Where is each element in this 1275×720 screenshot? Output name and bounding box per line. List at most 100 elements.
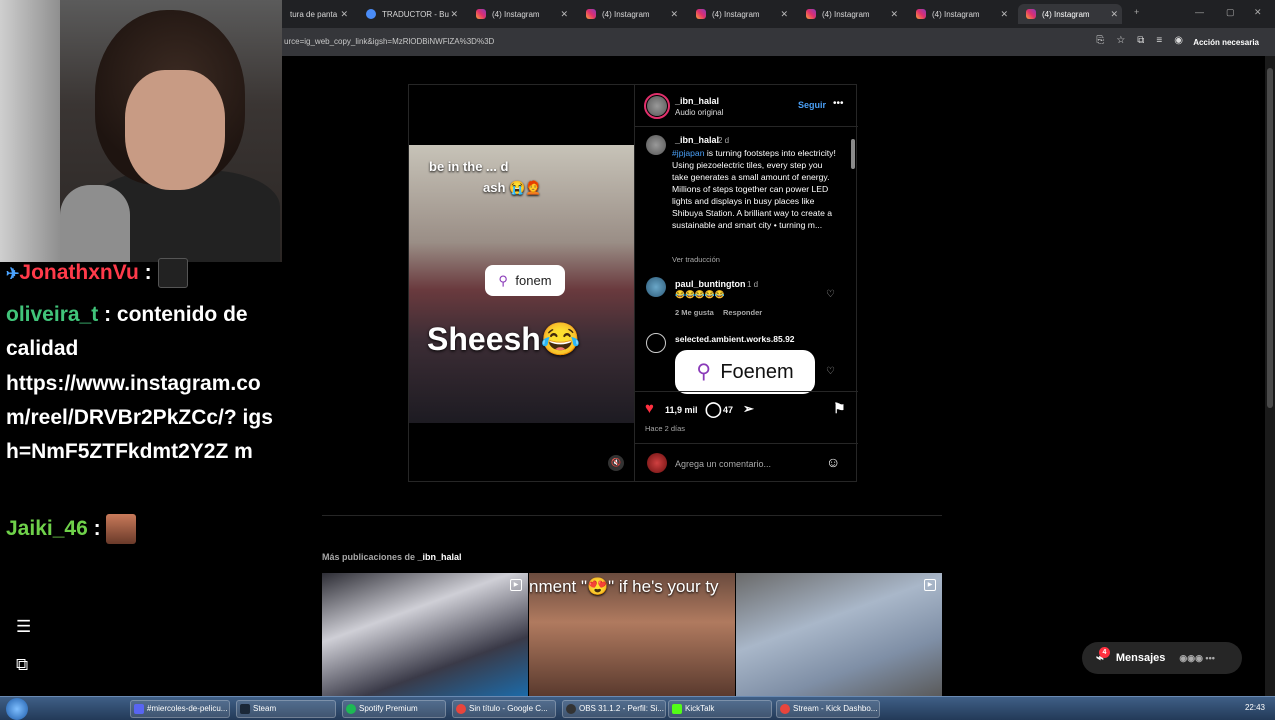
post-actions: ♥ 11,9 mil ◯ 47 ➢ ⚑ Hace 2 días	[635, 391, 858, 443]
share-icon[interactable]: ➢	[743, 401, 754, 417]
taskbar-item[interactable]: Steam	[236, 700, 336, 718]
new-tab-icon[interactable]: +	[1134, 7, 1139, 17]
taskbar-item[interactable]: KickTalk	[668, 700, 772, 718]
location-pin-icon: ⚲	[498, 272, 508, 288]
reel-video[interactable]: be in the ... d ash 😭🧑‍🦰 ⚲ fonem Sheesh😂 …	[409, 85, 634, 481]
location-pin-icon: ⚲	[696, 361, 711, 383]
post-thumbnail[interactable]: ▶	[322, 573, 528, 696]
translate-link[interactable]: Ver traducción	[672, 255, 720, 264]
close-icon[interactable]: ✕	[670, 9, 678, 20]
avatar[interactable]	[647, 96, 667, 116]
caption-author[interactable]: _ibn_halal	[675, 135, 719, 145]
page-scrollbar[interactable]	[1265, 56, 1275, 696]
comment-input[interactable]: Agrega un comentario...	[675, 459, 771, 469]
maximize-icon[interactable]: ▢	[1226, 7, 1235, 18]
close-icon[interactable]: ✕	[1110, 9, 1118, 20]
avatar	[647, 453, 667, 473]
audio-label[interactable]: Audio original	[675, 108, 723, 117]
post-sidebar: _ibn_halal Audio original Seguir ••• _ib…	[634, 85, 858, 481]
comment-text: 😂😂😂😂😂	[675, 290, 725, 299]
post-thumbnail[interactable]: ▶	[736, 573, 942, 696]
install-icon[interactable]: ⎘	[1096, 35, 1104, 46]
close-icon[interactable]: ✕	[890, 9, 898, 20]
chat-username: JonathxnVu	[19, 261, 139, 284]
mute-icon[interactable]: 🔇	[608, 455, 624, 471]
taskbar-item[interactable]: #miercoles-de-pelicu...	[130, 700, 230, 718]
post-caption: #jpjapan is turning footsteps into elect…	[672, 148, 836, 230]
close-icon[interactable]: ✕	[450, 9, 458, 20]
browser-tab[interactable]: (4) Instagram ✕	[908, 4, 1012, 24]
emoji-icon[interactable]: ☺	[826, 454, 840, 470]
comment-age: 1 d	[747, 280, 759, 289]
comments-scrollbar[interactable]	[850, 129, 856, 391]
post-thumbnail[interactable]: nment "😍" if he's your ty	[529, 573, 735, 696]
comments-count: 47	[723, 405, 734, 415]
taskbar-item[interactable]: Spotify Premium	[342, 700, 446, 718]
save-bookmark-icon[interactable]: ⚑	[833, 400, 846, 417]
comment-likes[interactable]: 2 Me gusta	[675, 308, 714, 317]
taskbar-item[interactable]: Stream - Kick Dashbo...	[776, 700, 880, 718]
chrome-icon	[780, 704, 790, 714]
start-button[interactable]	[6, 698, 28, 720]
follow-button[interactable]: Seguir	[798, 100, 826, 110]
chat-link[interactable]: https://www.instagram.co m/reel/DRVBr2Pk…	[6, 372, 273, 463]
avatar[interactable]	[646, 135, 666, 155]
reply-button[interactable]: Responder	[723, 308, 762, 317]
action-needed-button[interactable]: Acción necesaria	[1185, 33, 1267, 51]
comment-icon[interactable]: ◯	[705, 400, 722, 418]
messages-badge: 4	[1099, 647, 1110, 658]
kick-icon	[672, 704, 682, 714]
browser-tab[interactable]: (4) Instagram ✕	[798, 4, 902, 24]
browser-tab[interactable]: (4) Instagram ✕	[468, 4, 572, 24]
system-tray-clock[interactable]: 22:43	[1245, 703, 1265, 712]
more-options-icon[interactable]: •••	[833, 98, 844, 109]
close-icon[interactable]: ✕	[1000, 9, 1008, 20]
comment-author[interactable]: selected.ambient.works.85.92	[675, 334, 795, 344]
menu-icon[interactable]: ☰	[16, 617, 31, 637]
post-time: Hace 2 días	[645, 424, 686, 433]
browser-tab[interactable]: (4) Instagram ✕	[688, 4, 792, 24]
minimize-icon[interactable]: —	[1195, 7, 1204, 17]
reel-icon: ▶	[924, 579, 936, 591]
comment-like-icon[interactable]: ♡	[826, 366, 835, 377]
comment-author[interactable]: paul_buntington	[675, 279, 745, 289]
instagram-icon	[916, 9, 926, 19]
taskbar-item[interactable]: Sin título - Google C...	[452, 700, 556, 718]
likes-count[interactable]: 11,9 mil	[665, 405, 698, 415]
chat-message: https://www.instagram.co m/reel/DRVBr2Pk…	[6, 367, 281, 469]
avatar[interactable]	[646, 277, 666, 297]
thumbnail-caption: nment "😍" if he's your ty	[529, 577, 719, 596]
url-field[interactable]: urce=ig_web_copy_link&igsh=MzRlODBiNWFlZ…	[284, 37, 494, 46]
browser-tab[interactable]: tura de panta ✕	[282, 4, 352, 24]
browser-tab-active[interactable]: (4) Instagram ✕	[1018, 4, 1122, 24]
more-posts-heading: Más publicaciones de _ibn_halal	[322, 552, 462, 562]
chat-message: oliveira_t : contenido de calidad	[6, 303, 248, 360]
taskbar-item[interactable]: OBS 31.1.2 - Perfil: Si...	[562, 700, 666, 718]
instagram-icon	[476, 9, 486, 19]
close-window-icon[interactable]: ✕	[1254, 7, 1262, 18]
close-icon[interactable]: ✕	[340, 9, 348, 20]
browser-tab[interactable]: (4) Instagram ✕	[578, 4, 682, 24]
close-icon[interactable]: ✕	[780, 9, 788, 20]
close-icon[interactable]: ✕	[560, 9, 568, 20]
sitemap-icon[interactable]: ⧉	[16, 655, 28, 675]
translate-icon	[366, 9, 376, 19]
post-modal: be in the ... d ash 😭🧑‍🦰 ⚲ fonem Sheesh😂 …	[408, 84, 858, 482]
instagram-icon	[696, 9, 706, 19]
comment-like-icon[interactable]: ♡	[826, 289, 835, 300]
more-posts-grid: ▶ nment "😍" if he's your ty ▶	[322, 573, 942, 696]
video-overlay-text: Sheesh😂	[427, 321, 581, 357]
instagram-icon	[806, 9, 816, 19]
profile-icon[interactable]: ◉	[1174, 35, 1183, 46]
hashtag-link[interactable]: #jpjapan	[672, 148, 705, 158]
instagram-icon	[586, 9, 596, 19]
media-icon[interactable]: ≡	[1156, 35, 1162, 46]
bookmark-star-icon[interactable]: ☆	[1116, 35, 1125, 46]
post-author[interactable]: _ibn_halal	[675, 96, 719, 106]
avatar[interactable]	[646, 333, 666, 353]
messages-button[interactable]: ⌁ 4 Mensajes ◉◉◉ •••	[1082, 642, 1242, 674]
browser-tab[interactable]: TRADUCTOR - Bu ✕	[358, 4, 462, 24]
like-heart-icon[interactable]: ♥	[645, 400, 654, 417]
instagram-icon	[1026, 9, 1036, 19]
extensions-icon[interactable]: ⧉	[1137, 35, 1144, 46]
